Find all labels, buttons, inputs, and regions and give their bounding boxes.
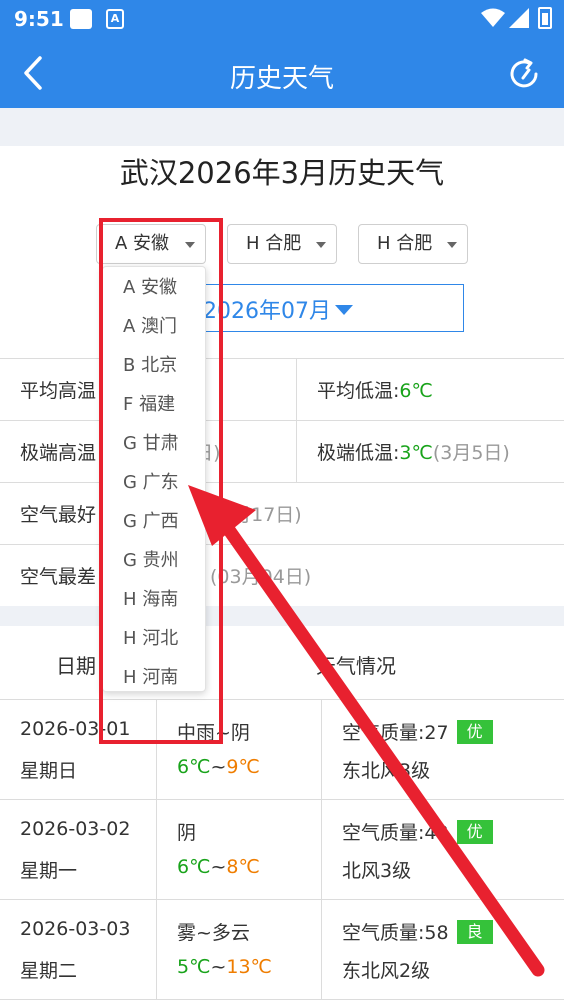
annotation-arrow-icon bbox=[188, 485, 545, 977]
